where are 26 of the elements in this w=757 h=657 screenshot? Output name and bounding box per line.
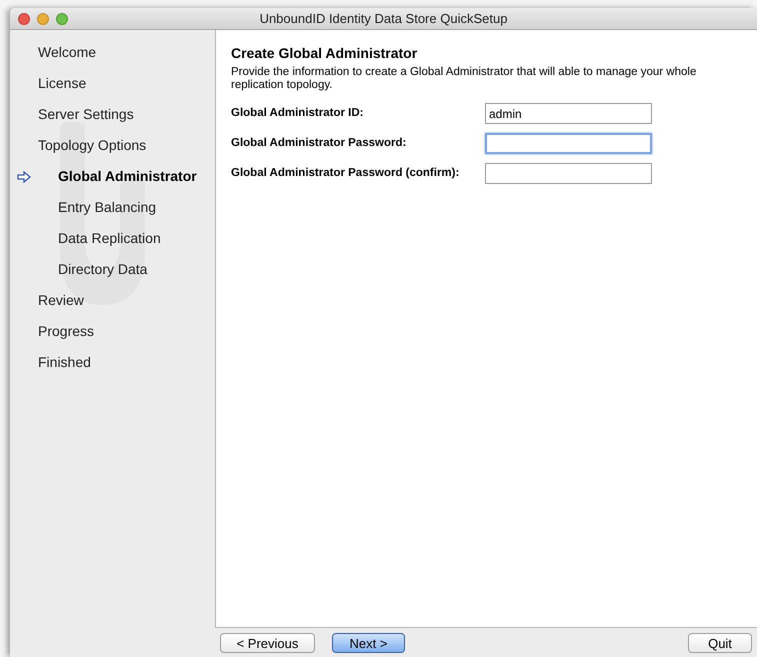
input-field[interactable]: [485, 133, 652, 154]
wizard-button[interactable]: < Previous: [220, 632, 315, 652]
wizard-button[interactable]: Next >: [332, 632, 405, 652]
step-label: License: [38, 74, 86, 93]
step-label: Topology Options: [38, 136, 146, 155]
input-field[interactable]: [485, 163, 652, 184]
step-label: Progress: [38, 322, 94, 341]
minimize-icon[interactable]: [37, 12, 49, 24]
field-label: Global Administrator Password (confirm):: [231, 166, 460, 181]
step-label: Data Replication: [58, 229, 161, 248]
step-label: Finished: [38, 353, 91, 372]
step-label: Welcome: [38, 43, 96, 62]
wizard-button[interactable]: Quit: [688, 632, 752, 652]
field-label: Global Administrator ID:: [231, 106, 364, 121]
field-label: Global Administrator Password:: [231, 136, 408, 151]
step-label: Directory Data: [58, 260, 148, 279]
step-label: Review: [38, 291, 84, 310]
step-label: Entry Balancing: [58, 198, 156, 217]
panel-title: Create Global Administrator: [231, 44, 418, 63]
close-icon[interactable]: [18, 12, 30, 24]
step-label: Global Administrator: [58, 167, 197, 186]
panel-description: Provide the information to create a Global Administrator that will able to manage your whole replication topology.: [231, 66, 698, 92]
window-title: UnboundID Identity Data Store QuickSetup: [258, 10, 508, 28]
input-field[interactable]: admin: [485, 103, 652, 124]
zoom-icon[interactable]: [56, 12, 68, 24]
step-label: Server Settings: [38, 105, 134, 124]
